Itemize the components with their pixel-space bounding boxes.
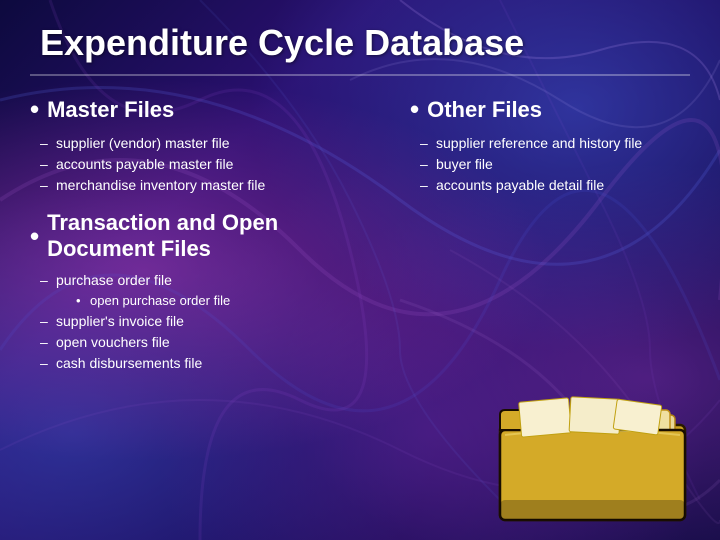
- master-files-header: Master Files: [30, 94, 390, 125]
- list-item: supplier's invoice file: [46, 311, 390, 332]
- left-column: Master Files supplier (vendor) master fi…: [30, 94, 390, 388]
- purchase-order-sublist: open purchase order file: [56, 291, 390, 311]
- list-item: accounts payable master file: [46, 154, 390, 175]
- other-files-header: Other Files: [410, 94, 690, 125]
- right-column: Other Files supplier reference and histo…: [410, 94, 690, 388]
- title-divider: [30, 74, 690, 76]
- list-item: purchase order file open purchase order …: [46, 270, 390, 311]
- list-item: open vouchers file: [46, 332, 390, 353]
- content-area: Master Files supplier (vendor) master fi…: [0, 84, 720, 398]
- master-files-list: supplier (vendor) master file accounts p…: [30, 133, 390, 196]
- slide-title: Expenditure Cycle Database: [0, 0, 720, 74]
- list-item: buyer file: [426, 154, 690, 175]
- list-item: supplier (vendor) master file: [46, 133, 390, 154]
- transaction-files-list: purchase order file open purchase order …: [30, 270, 390, 374]
- list-item: merchandise inventory master file: [46, 175, 390, 196]
- transaction-files-header: Transaction and Open Document Files: [30, 210, 390, 262]
- list-item: accounts payable detail file: [426, 175, 690, 196]
- list-item: supplier reference and history file: [426, 133, 690, 154]
- other-files-list: supplier reference and history file buye…: [410, 133, 690, 196]
- list-item: open purchase order file: [76, 291, 390, 311]
- folder-icon: [490, 370, 690, 530]
- list-item: cash disbursements file: [46, 353, 390, 374]
- slide: Expenditure Cycle Database Master Files …: [0, 0, 720, 540]
